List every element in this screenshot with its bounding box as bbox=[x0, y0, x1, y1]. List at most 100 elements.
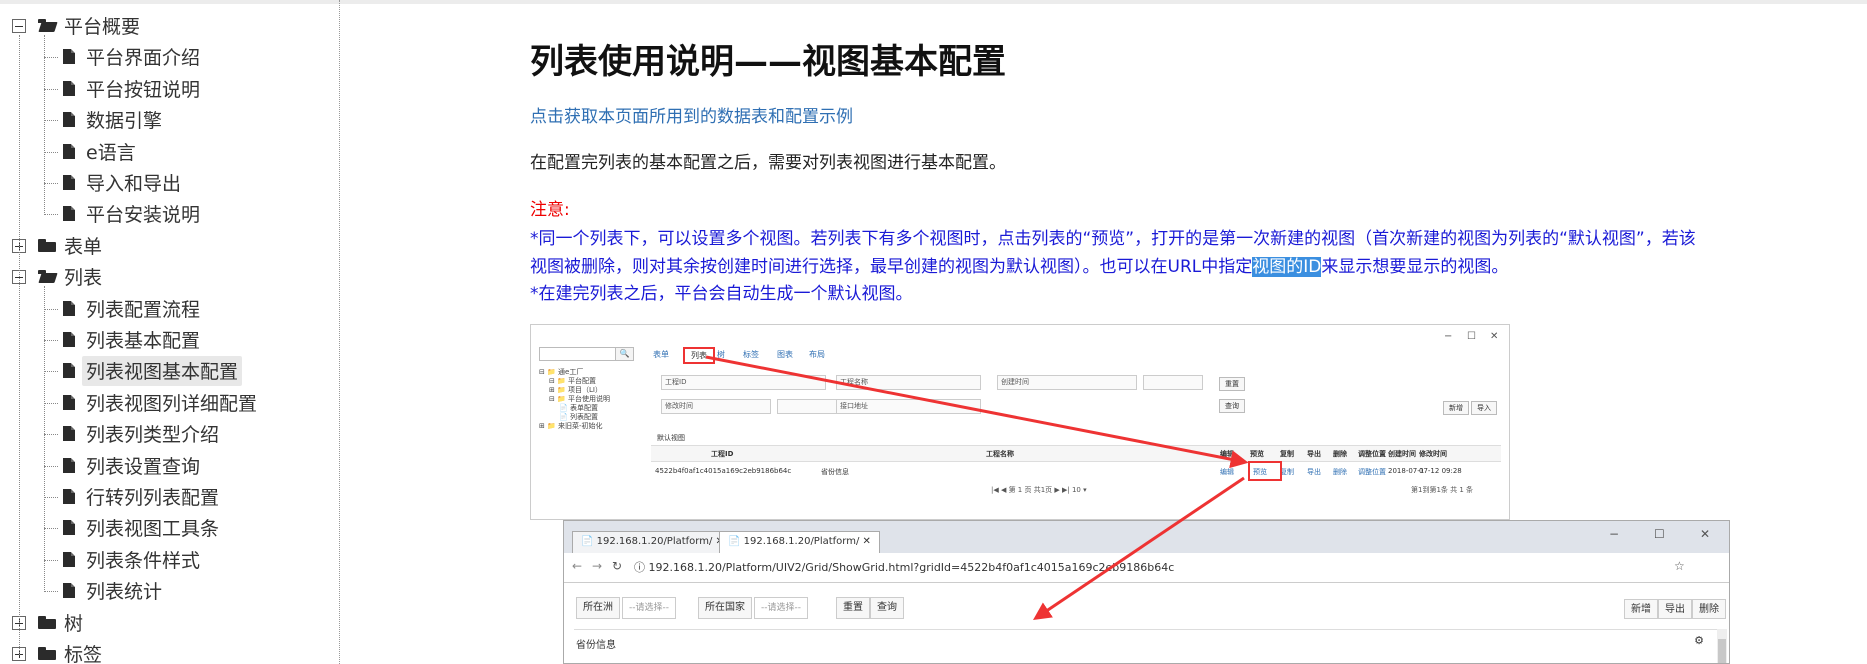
scrollbar bbox=[1717, 629, 1727, 663]
tree-item-16[interactable]: 列表视图工具条 bbox=[82, 513, 223, 543]
collapse-icon[interactable] bbox=[12, 19, 26, 33]
filter-continent-label: 所在洲 bbox=[576, 597, 620, 619]
forward-icon: → bbox=[592, 559, 603, 573]
file-icon bbox=[63, 112, 75, 128]
shot-tab: 图表 bbox=[777, 350, 793, 359]
shot-tab: 布局 bbox=[809, 350, 825, 359]
tree-connector bbox=[44, 214, 58, 216]
sample-data-link[interactable]: 点击获取本页面所用到的数据表和配置示例 bbox=[530, 102, 853, 127]
grid-header-cell: 导出 bbox=[1307, 450, 1321, 458]
highlighted-text: 视图的ID bbox=[1252, 257, 1322, 277]
tree-item-13[interactable]: 列表列类型介绍 bbox=[82, 419, 223, 449]
tree-label: 表单 bbox=[64, 235, 103, 258]
tree-connector bbox=[44, 183, 58, 184]
grid-header-cell: 编辑 bbox=[1220, 450, 1234, 458]
tree-item-18[interactable]: 列表统计 bbox=[82, 576, 166, 606]
file-icon bbox=[63, 175, 75, 190]
browser-tab-active: 📄 192.168.1.20/Platform/ ✕ bbox=[719, 531, 880, 553]
tree-folder-20[interactable]: 标签 bbox=[60, 639, 106, 664]
tree-connector bbox=[44, 35, 45, 216]
shot-tab: 表单 bbox=[653, 350, 669, 359]
tree-label: 列表 bbox=[64, 267, 103, 290]
settings-icon: ⚙ bbox=[1694, 634, 1704, 647]
tree-folder-7[interactable]: 表单 bbox=[60, 231, 106, 261]
nav-tree: 平台概要平台界面介绍 平台按钮说明 数据引擎 e语言 导入和导出 平台安装说明表单列表列表… bbox=[0, 0, 340, 664]
filter-continent-select: --请选择-- bbox=[622, 597, 676, 619]
tree-folder-19[interactable]: 树 bbox=[60, 608, 87, 638]
tree-item-4[interactable]: e语言 bbox=[82, 137, 140, 167]
grid-panel: 省份信息 ⚙ 序号操作省份名称编码简称所在洲所在国家备注有效性排序POP bbox=[574, 629, 1724, 663]
filter-country-select: --请选择-- bbox=[754, 597, 808, 619]
grid-header-cell: 修改时间 bbox=[1419, 450, 1447, 458]
grid-header-cell: 预览 bbox=[1250, 450, 1264, 458]
tree-connector bbox=[44, 402, 58, 404]
grid-cell: 导出 bbox=[1307, 468, 1321, 476]
grid-cell: 4522b4f0af1c4015a169c2eb9186b64c bbox=[655, 467, 792, 475]
file-icon bbox=[63, 49, 75, 65]
tree-connector bbox=[44, 591, 58, 593]
shot-tab: 列表 bbox=[683, 347, 715, 364]
field-create-time: 创建时间 bbox=[997, 375, 1137, 390]
tree-connector bbox=[44, 340, 58, 341]
grid-header-cell: 创建时间 bbox=[1388, 450, 1416, 458]
pager: |◀ ◀ 第 1 页 共1页 ▶ ▶| 10 ▾ bbox=[991, 486, 1087, 494]
file-icon bbox=[63, 551, 75, 567]
tree-connector bbox=[44, 308, 58, 310]
reload-icon: ↻ bbox=[612, 559, 623, 573]
folder-open-icon bbox=[38, 270, 56, 283]
shot-import-button: 导入 bbox=[1471, 401, 1497, 415]
grid-cell: 调整位置 bbox=[1358, 468, 1386, 476]
tree-item-17[interactable]: 列表条件样式 bbox=[82, 545, 204, 575]
file-icon bbox=[63, 426, 75, 442]
grid-cell: 删除 bbox=[1333, 468, 1347, 476]
shot2-reset-button: 重置 bbox=[836, 597, 870, 619]
grid-header-cell: 工程ID bbox=[711, 450, 734, 458]
intro-text: 在配置完列表的基本配置之后，需要对列表视图进行基本配置。 bbox=[530, 153, 1006, 173]
close-icon: ✕ bbox=[1490, 331, 1499, 342]
tree-item-10[interactable]: 列表基本配置 bbox=[82, 325, 204, 355]
shot-reset-button: 重置 bbox=[1219, 377, 1245, 391]
tree-item-2[interactable]: 平台按钮说明 bbox=[82, 74, 204, 104]
file-icon bbox=[63, 143, 75, 159]
tree-item-3[interactable]: 数据引擎 bbox=[82, 105, 166, 135]
tree-item-6[interactable]: 平台安装说明 bbox=[82, 199, 204, 229]
grid-header-cell: 工程名称 bbox=[986, 450, 1014, 458]
tree-label: 列表列类型介绍 bbox=[86, 424, 220, 447]
tree-folder-8[interactable]: 列表 bbox=[60, 262, 106, 292]
tree-connector bbox=[44, 497, 58, 498]
back-icon: ← bbox=[572, 559, 583, 573]
tree-item-12[interactable]: 列表视图列详细配置 bbox=[82, 388, 261, 418]
tree-label: 平台概要 bbox=[64, 16, 141, 38]
note-text: 来显示想要显示的视图。 bbox=[1321, 257, 1509, 277]
tree-item-9[interactable]: 列表配置流程 bbox=[82, 294, 204, 324]
maximize-icon: ☐ bbox=[1654, 527, 1665, 541]
screenshot-list-config: − ☐ ✕ 🔍 ⊟ 📁 通e工厂 ⊟ 📁 平台配置 ⊞ 📁 项目（LI） ⊟ 📁 平台… bbox=[530, 324, 1510, 520]
tree-connector bbox=[44, 151, 58, 153]
note-label: 注意: bbox=[530, 200, 570, 220]
tree-label: 树 bbox=[64, 612, 84, 635]
tree-item-5[interactable]: 导入和导出 bbox=[82, 168, 185, 198]
tree-item-1[interactable]: 平台界面介绍 bbox=[82, 42, 204, 72]
tree-folder-0[interactable]: 平台概要 bbox=[60, 11, 144, 41]
shot2-delete-button: 删除 bbox=[1692, 599, 1726, 619]
shot-tab: 树 bbox=[717, 350, 725, 359]
shot-new-button: 新增 bbox=[1443, 401, 1469, 415]
grid-header-cell: 删除 bbox=[1333, 450, 1347, 458]
tree-item-11[interactable]: 列表视图基本配置 bbox=[82, 356, 243, 387]
tree-item-14[interactable]: 列表设置查询 bbox=[82, 451, 204, 481]
field-modify-time-end bbox=[777, 399, 837, 414]
tree-connector bbox=[44, 120, 58, 122]
shot-query-button: 查询 bbox=[1219, 399, 1245, 413]
file-icon bbox=[63, 394, 75, 410]
grid-cell: 省份信息 bbox=[821, 468, 849, 476]
tree-item-15[interactable]: 行转列列表配置 bbox=[82, 482, 223, 512]
tree-label: 列表条件样式 bbox=[86, 549, 201, 572]
tree-connector bbox=[44, 434, 58, 436]
tree-label: 列表视图工具条 bbox=[86, 518, 220, 541]
star-icon: ☆ bbox=[1674, 559, 1685, 573]
folder-open-icon bbox=[38, 19, 56, 32]
file-icon bbox=[63, 206, 75, 222]
field-create-time-end bbox=[1143, 375, 1203, 390]
field-api-url: 接口地址 bbox=[836, 399, 981, 414]
search-icon: 🔍 bbox=[615, 347, 634, 361]
